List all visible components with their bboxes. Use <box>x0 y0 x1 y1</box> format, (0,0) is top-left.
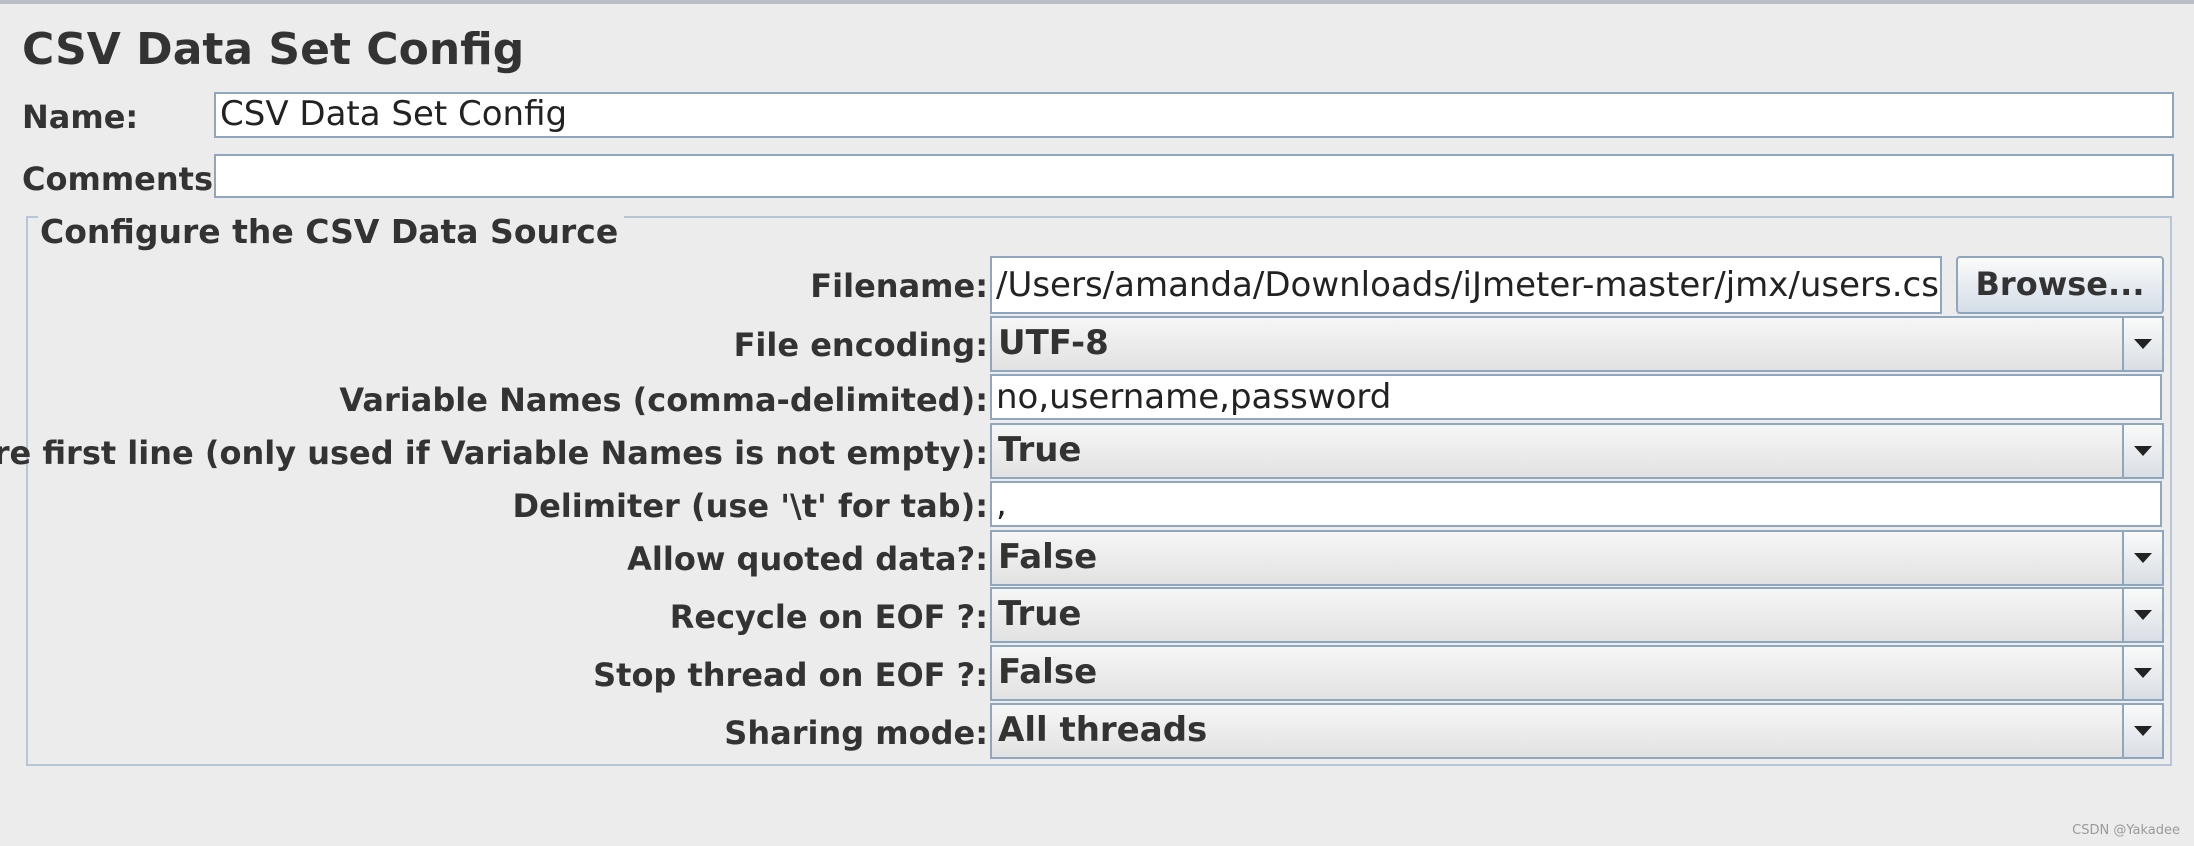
file-encoding-combo[interactable]: UTF-8 <box>990 316 2164 372</box>
top-border <box>0 0 2194 4</box>
file-encoding-dropdown-button[interactable] <box>2122 318 2162 370</box>
group-legend: Configure the CSV Data Source <box>38 212 625 251</box>
watermark: CSDN @Yakadee <box>2072 823 2180 838</box>
filename-label: Filename: <box>810 267 988 305</box>
page-title: CSV Data Set Config <box>22 24 525 75</box>
name-field[interactable]: CSV Data Set Config <box>214 92 2174 138</box>
variable-names-label: Variable Names (comma-delimited): <box>339 381 988 419</box>
recycle-eof-value: True <box>998 594 1082 634</box>
chevron-down-icon <box>2134 668 2152 678</box>
browse-button[interactable]: Browse... <box>1956 256 2164 314</box>
ignore-first-line-label: Ignore first line (only used if Variable… <box>0 434 988 472</box>
allow-quoted-combo[interactable]: False <box>990 530 2164 586</box>
sharing-mode-dropdown-button[interactable] <box>2122 705 2162 757</box>
chevron-down-icon <box>2134 553 2152 563</box>
stop-thread-eof-value: False <box>998 652 1098 692</box>
delimiter-field[interactable]: , <box>990 481 2162 527</box>
stop-thread-eof-label: Stop thread on EOF ?: <box>593 656 988 694</box>
sharing-mode-combo[interactable]: All threads <box>990 703 2164 759</box>
sharing-mode-label: Sharing mode: <box>724 714 988 752</box>
recycle-eof-combo[interactable]: True <box>990 587 2164 643</box>
chevron-down-icon <box>2134 339 2152 349</box>
recycle-eof-dropdown-button[interactable] <box>2122 589 2162 641</box>
ignore-first-line-value: True <box>998 430 1082 470</box>
recycle-eof-label: Recycle on EOF ?: <box>669 598 988 636</box>
chevron-down-icon <box>2134 446 2152 456</box>
variable-names-field[interactable]: no,username,password <box>990 374 2162 420</box>
stop-thread-eof-dropdown-button[interactable] <box>2122 647 2162 699</box>
allow-quoted-dropdown-button[interactable] <box>2122 532 2162 584</box>
chevron-down-icon <box>2134 610 2152 620</box>
stop-thread-eof-combo[interactable]: False <box>990 645 2164 701</box>
allow-quoted-label: Allow quoted data?: <box>627 540 988 578</box>
filename-field[interactable]: /Users/amanda/Downloads/iJmeter-master/j… <box>990 256 1942 314</box>
comments-field[interactable] <box>214 154 2174 198</box>
allow-quoted-value: False <box>998 537 1098 577</box>
comments-label: Comments: <box>22 160 226 198</box>
file-encoding-label: File encoding: <box>733 326 988 364</box>
delimiter-label: Delimiter (use '\t' for tab): <box>512 487 989 525</box>
file-encoding-value: UTF-8 <box>998 323 1109 363</box>
chevron-down-icon <box>2134 726 2152 736</box>
ignore-first-line-combo[interactable]: True <box>990 423 2164 479</box>
name-label: Name: <box>22 98 139 136</box>
sharing-mode-value: All threads <box>998 710 1208 750</box>
ignore-first-line-dropdown-button[interactable] <box>2122 425 2162 477</box>
